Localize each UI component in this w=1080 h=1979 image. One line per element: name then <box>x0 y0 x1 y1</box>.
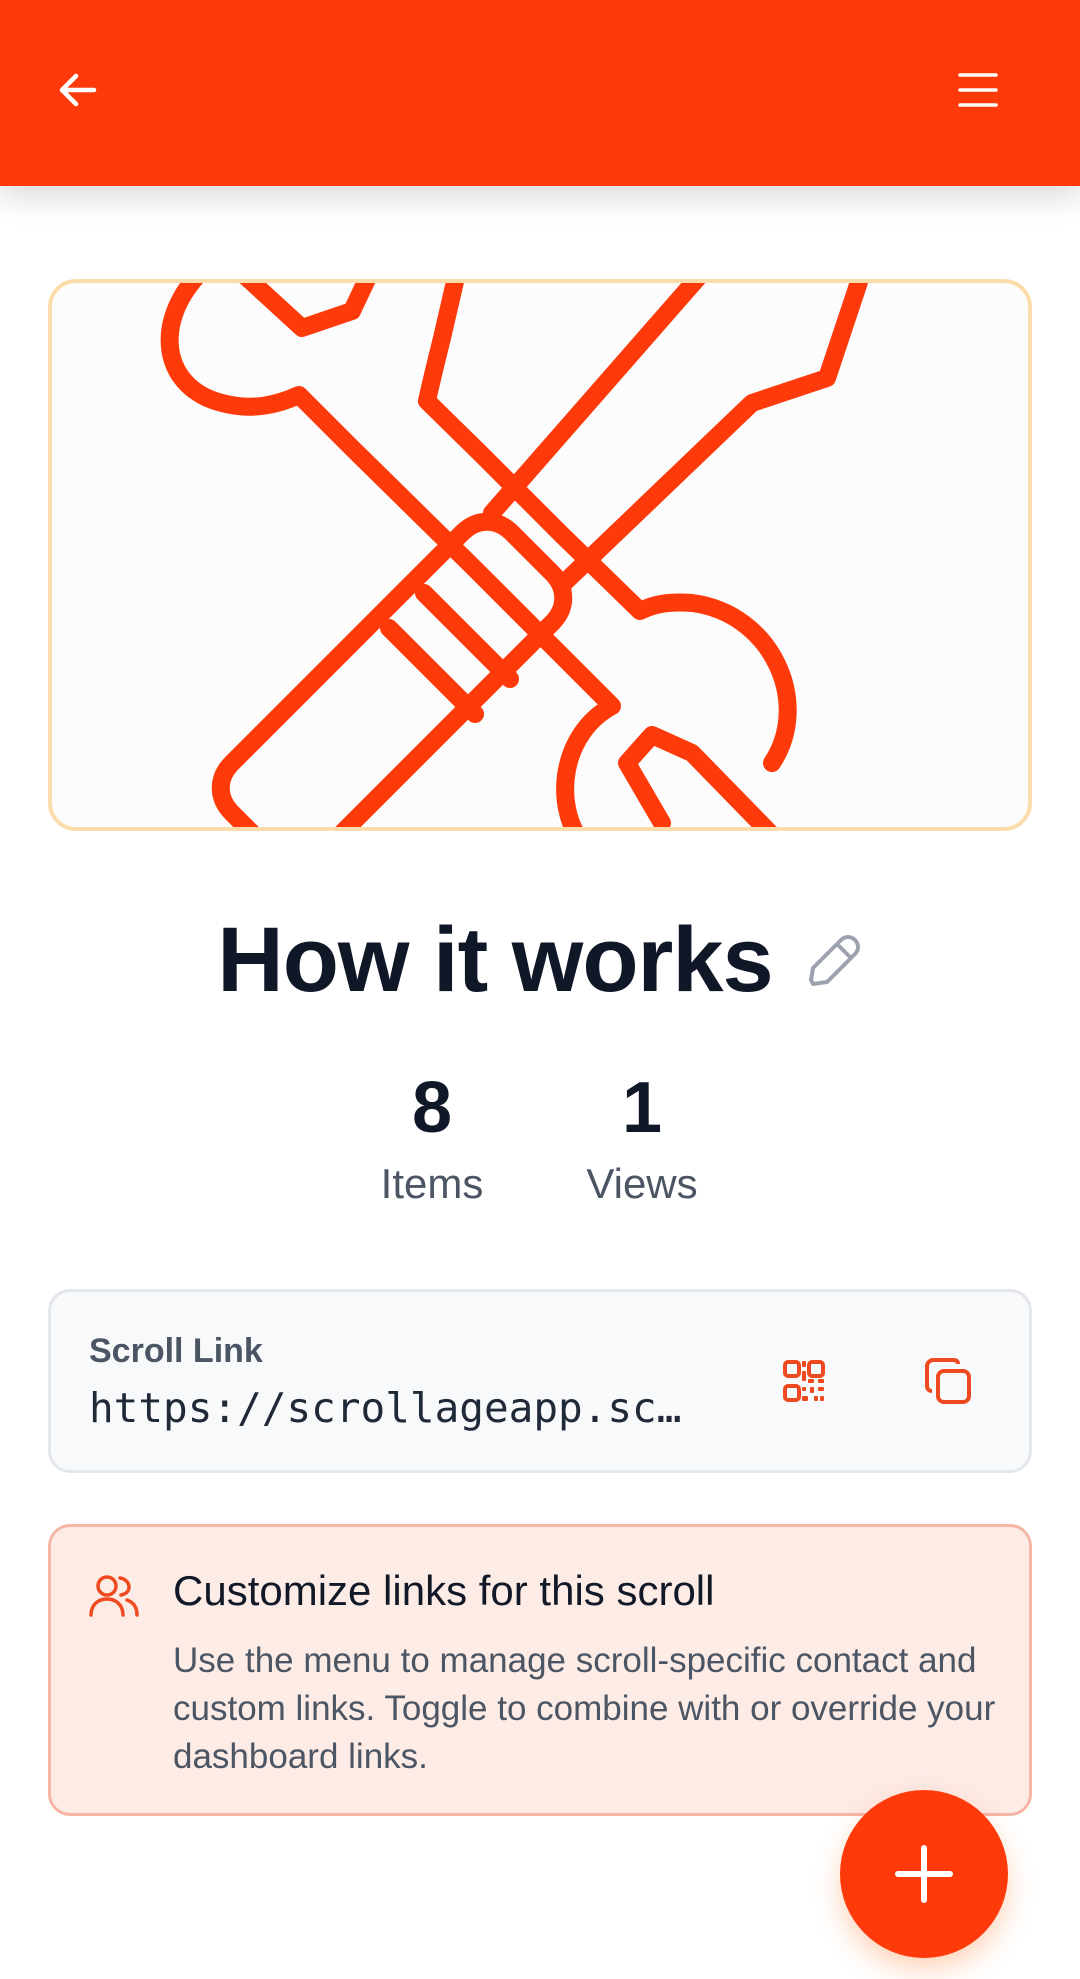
add-item-button[interactable] <box>840 1790 1008 1958</box>
scroll-title: How it works <box>217 908 773 1011</box>
items-stat: 8 Items <box>332 1060 532 1212</box>
views-label: Views <box>586 1160 698 1207</box>
menu-button[interactable] <box>946 58 1010 122</box>
items-label: Items <box>380 1160 484 1207</box>
hamburger-menu-icon <box>958 73 998 107</box>
users-icon <box>89 1575 139 1617</box>
items-count: 8 <box>411 1068 453 1148</box>
qr-code-icon <box>783 1360 825 1402</box>
app-header <box>0 0 1080 186</box>
views-stat: 1 Views <box>542 1060 742 1212</box>
back-button[interactable] <box>46 58 110 122</box>
wrench-and-screwdriver-icon <box>160 283 869 827</box>
qr-code-button[interactable] <box>767 1344 841 1418</box>
scroll-link-card: Scroll Link https://scrollageapp.sc… <box>48 1289 1032 1473</box>
notice-title: Customize links for this scroll <box>173 1567 715 1614</box>
scroll-cover-image[interactable] <box>48 279 1032 831</box>
scroll-link-label: Scroll Link <box>89 1332 263 1370</box>
scroll-title-row: How it works <box>0 900 1080 1020</box>
copy-icon <box>925 1358 971 1404</box>
plus-icon <box>895 1845 953 1903</box>
scroll-stats: 8 Items 1 Views <box>0 1060 1080 1220</box>
copy-link-button[interactable] <box>911 1344 985 1418</box>
pencil-icon <box>808 935 860 986</box>
edit-title-button[interactable] <box>799 928 863 992</box>
customize-links-notice: Customize links for this scroll Use the … <box>48 1524 1032 1816</box>
notice-body: Use the menu to manage scroll-specific c… <box>173 1641 996 1776</box>
arrow-left-icon <box>59 73 97 107</box>
scroll-link-url[interactable]: https://scrollageapp.sc… <box>89 1384 699 1432</box>
views-count: 1 <box>621 1068 663 1148</box>
